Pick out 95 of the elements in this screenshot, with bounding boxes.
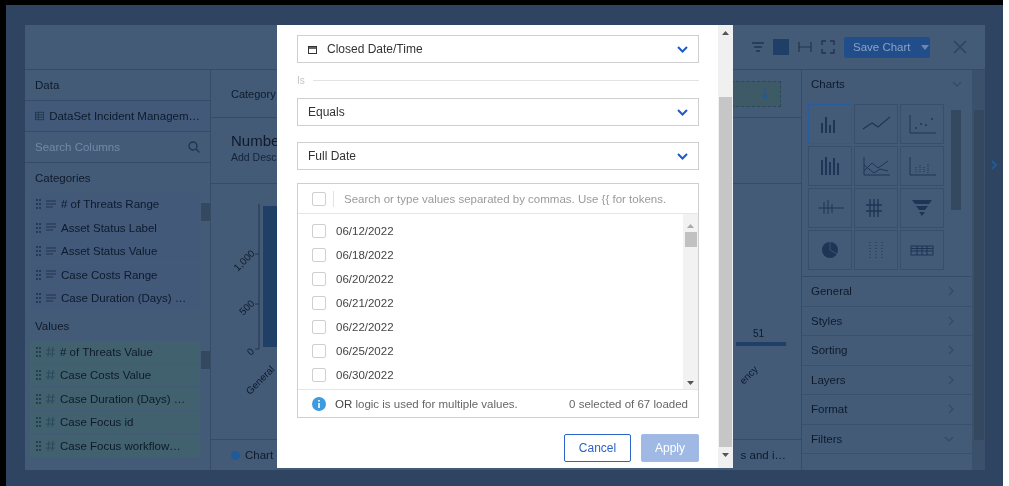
sort-arrow-icon[interactable] [762, 87, 776, 100]
color-swatch-icon[interactable] [773, 39, 789, 55]
chart-description: Add Desc [231, 151, 277, 163]
option-label[interactable]: 06/22/2022 [336, 321, 394, 333]
scrollbar[interactable] [972, 70, 985, 470]
data-label: 51 [753, 328, 765, 339]
drag-handle-icon[interactable] [36, 269, 41, 280]
option-label[interactable]: 06/18/2022 [336, 249, 394, 261]
search-icon[interactable] [188, 141, 200, 153]
chart-type-tile[interactable] [900, 230, 944, 270]
scroll-down-arrow-icon[interactable] [722, 453, 729, 457]
drag-handle-icon[interactable] [36, 199, 41, 209]
checkbox[interactable] [312, 320, 326, 334]
scroll-thumb[interactable] [684, 232, 697, 247]
area-chart-icon [862, 155, 890, 177]
section-title: Charts [811, 78, 845, 90]
scroll-up-arrow-icon[interactable] [722, 31, 729, 35]
settings-section[interactable]: Styles [811, 314, 843, 327]
section-title: Categories [34, 171, 92, 186]
settings-section[interactable]: Layers [811, 373, 846, 386]
scroll-thumb[interactable] [719, 97, 732, 447]
field-item[interactable]: Case Duration (Days) … [30, 387, 201, 410]
axis-tick-label: 500 [237, 297, 257, 318]
chart-type-tile[interactable] [900, 146, 944, 186]
checkbox[interactable] [312, 224, 326, 238]
bar [736, 342, 786, 346]
field-item[interactable]: Case Focus workflow… [30, 434, 201, 457]
info-note: OR logic is used for multiple values. [335, 397, 518, 410]
save-chart-button[interactable]: Save Chart [844, 36, 930, 58]
axis-tick-label: 0 [245, 345, 257, 358]
chart-type-tile[interactable] [808, 104, 852, 144]
checkbox[interactable] [312, 344, 326, 358]
scrollbar[interactable] [683, 214, 698, 389]
chart-type-tile[interactable] [900, 188, 944, 228]
chevron-right-icon[interactable] [991, 160, 997, 170]
chart-type-tile[interactable] [808, 146, 852, 186]
cancel-button[interactable]: Cancel [564, 434, 631, 462]
option-label[interactable]: 06/20/2022 [336, 273, 394, 285]
option-label[interactable]: 06/21/2022 [336, 297, 394, 309]
table-icon [35, 111, 45, 121]
legend-dot [231, 450, 240, 460]
chart-type-tile[interactable] [808, 230, 852, 270]
settings-section[interactable]: General [811, 285, 852, 298]
settings-section[interactable]: Sorting [811, 344, 848, 357]
chart-type-tile[interactable] [854, 188, 898, 228]
checkbox[interactable] [312, 191, 326, 206]
scroll-down-arrow-icon[interactable] [687, 381, 694, 385]
dropdown[interactable]: Equals [297, 98, 699, 126]
option-label[interactable]: 06/30/2022 [336, 369, 394, 381]
legend-label: s and i… [740, 449, 786, 461]
field-item[interactable]: Case Costs Value [30, 364, 201, 386]
info-icon [312, 396, 326, 411]
section-title: Values [34, 318, 71, 334]
axis-label: Category [231, 87, 276, 100]
scatter-chart-icon [908, 113, 936, 135]
value-chip[interactable] [731, 80, 781, 107]
resize-icon[interactable] [798, 42, 812, 52]
chevron-down-icon [677, 45, 688, 53]
checkbox[interactable] [312, 368, 326, 382]
field-item[interactable]: Case Focus id [30, 411, 201, 433]
drag-handle-icon[interactable] [36, 346, 41, 357]
chart-type-tile[interactable] [854, 146, 898, 186]
settings-section[interactable]: Filters [811, 432, 843, 445]
checkbox[interactable] [312, 272, 326, 286]
chart-type-tile[interactable] [900, 104, 944, 144]
drag-handle-icon[interactable] [36, 393, 41, 404]
chevron-down-icon [677, 152, 688, 160]
dropdown[interactable]: Full Date [297, 142, 699, 170]
drag-handle-icon[interactable] [36, 222, 41, 233]
selection-count: 0 selected of 67 loaded [569, 397, 688, 410]
option-label[interactable]: 06/12/2022 [336, 225, 394, 237]
filter-icon[interactable] [752, 42, 764, 52]
dataset-item[interactable]: DataSet Incident Managem… [25, 100, 210, 132]
drag-handle-icon[interactable] [36, 370, 41, 380]
scrollbar[interactable] [718, 25, 733, 468]
drag-handle-icon[interactable] [36, 246, 41, 256]
close-icon[interactable] [953, 40, 967, 54]
dropdown[interactable]: Closed Date/Time [297, 35, 699, 63]
section-title: Data [34, 78, 61, 93]
field-item[interactable]: # of Threats Value [30, 340, 201, 363]
caret-icon[interactable] [920, 44, 929, 50]
checkbox[interactable] [312, 248, 326, 262]
checkbox[interactable] [312, 296, 326, 310]
option-label[interactable]: 06/25/2022 [336, 345, 394, 357]
drag-handle-icon[interactable] [36, 293, 41, 303]
settings-section[interactable]: Format [811, 403, 848, 416]
drag-handle-icon[interactable] [36, 417, 41, 427]
drag-handle-icon[interactable] [36, 440, 41, 451]
calendar-icon [308, 44, 317, 54]
chart-title: Numbe [231, 132, 280, 149]
expand-icon[interactable] [821, 40, 835, 54]
legend-label: Chart [245, 449, 274, 461]
chart-type-tile[interactable] [808, 188, 852, 228]
chevron-down-icon [677, 108, 688, 116]
chart-type-tile[interactable] [854, 104, 898, 144]
